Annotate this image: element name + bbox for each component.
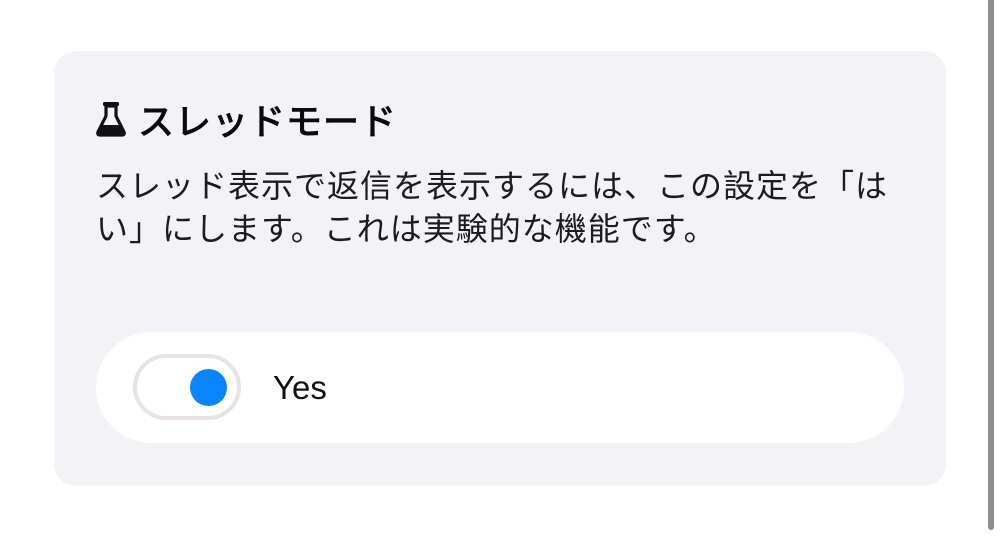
scrollbar[interactable]: [988, 0, 994, 530]
page: スレッドモード スレッド表示で返信を表示するには、この設定を「はい」にします。こ…: [0, 0, 1000, 539]
setting-header: スレッドモード: [96, 95, 397, 143]
toggle-label: Yes: [273, 369, 327, 406]
setting-title: スレッドモード: [138, 102, 398, 143]
setting-description: スレッド表示で返信を表示するには、この設定を「はい」にします。これは実験的な機能…: [96, 167, 889, 248]
flask-icon: [96, 102, 126, 137]
thread-mode-toggle-switch[interactable]: [133, 354, 241, 420]
thread-mode-setting-card: スレッドモード スレッド表示で返信を表示するには、この設定を「はい」にします。こ…: [54, 51, 946, 486]
toggle-knob: [190, 369, 227, 406]
thread-mode-toggle-row[interactable]: Yes: [96, 332, 904, 443]
